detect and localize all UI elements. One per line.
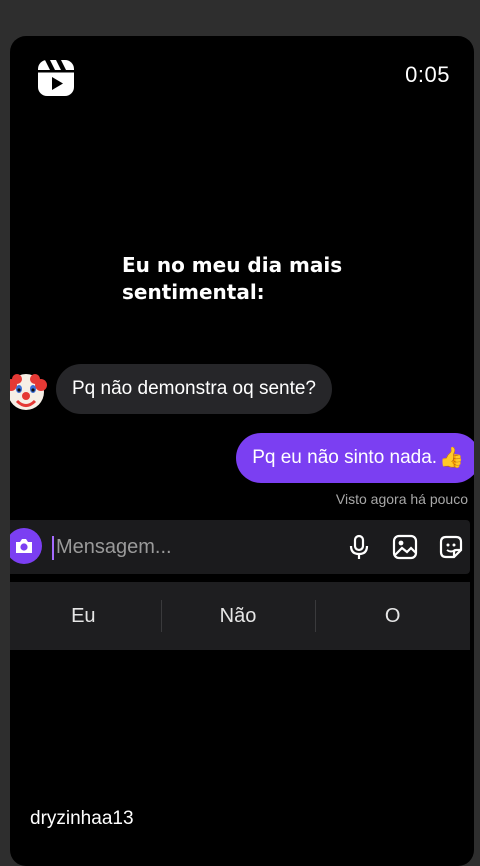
gallery-icon[interactable] xyxy=(391,533,419,561)
message-input[interactable] xyxy=(56,532,306,562)
reels-icon xyxy=(38,60,74,96)
outgoing-message-text: Pq eu não sinto nada. xyxy=(252,447,438,468)
seen-status: Visto agora há pouco xyxy=(335,491,468,507)
keyboard-suggestion-bar: Eu Não O xyxy=(10,582,470,650)
suggestion-item[interactable]: Eu xyxy=(10,582,161,650)
video-author-username[interactable]: dryzinhaa13 xyxy=(30,808,134,830)
suggestion-item[interactable]: O xyxy=(315,582,470,650)
outgoing-message-bubble[interactable]: Pq eu não sinto nada. 👍 xyxy=(236,433,474,483)
caption-line-2: sentimental: xyxy=(122,280,265,304)
thumbs-up-icon: 👍 xyxy=(439,447,464,469)
reel-video-frame[interactable]: 0:05 Eu no meu dia mais sentimental: Pq … xyxy=(10,36,474,866)
video-caption: Eu no meu dia mais sentimental: xyxy=(122,252,342,306)
microphone-icon[interactable] xyxy=(345,533,373,561)
clown-face-icon xyxy=(10,374,47,410)
suggestion-item[interactable]: Não xyxy=(160,582,316,650)
sticker-icon[interactable] xyxy=(437,533,465,561)
incoming-message-bubble[interactable]: Pq não demonstra oq sente? xyxy=(56,364,333,414)
camera-icon xyxy=(16,539,32,553)
video-timer: 0:05 xyxy=(405,62,450,87)
text-cursor xyxy=(52,536,54,560)
camera-button[interactable] xyxy=(10,528,42,564)
caption-line-1: Eu no meu dia mais xyxy=(122,253,343,277)
message-composer xyxy=(10,520,470,574)
